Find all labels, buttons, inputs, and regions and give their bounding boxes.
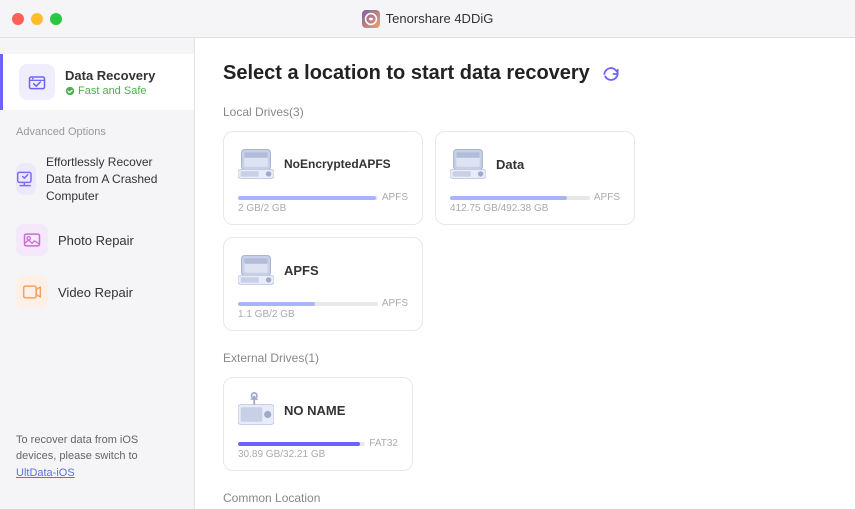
drive-size-data: 412.75 GB/492.38 GB — [450, 203, 620, 214]
drive-card-noname[interactable]: NO NAME FAT32 30.89 GB/32.21 GB — [223, 377, 413, 471]
sidebar-item-photo-repair[interactable]: Photo Repair — [0, 214, 194, 266]
page-title: Select a location to start data recovery — [223, 62, 590, 85]
drive-card-apfs[interactable]: APFS APFS 1.1 GB/2 GB — [223, 237, 423, 331]
hdd-icon — [238, 146, 274, 182]
usb-icon — [238, 392, 274, 428]
drive-bar-fill-data — [450, 196, 567, 200]
drive-card-inner-noname: NO NAME — [238, 392, 398, 428]
drive-size-noname: 30.89 GB/32.21 GB — [238, 449, 398, 460]
data-recovery-sublabel: Fast and Safe — [65, 85, 155, 97]
drive-meta-apfs: APFS — [238, 298, 408, 309]
drive-meta-data: APFS — [450, 192, 620, 203]
drive-bar-data — [450, 196, 590, 200]
app-name: Tenorshare 4DDiG — [386, 11, 494, 26]
minimize-button[interactable] — [31, 13, 43, 25]
drive-name-data: Data — [496, 157, 524, 172]
drive-info: NoEncryptedAPFS — [284, 157, 391, 171]
sidebar-item-crashed-computer[interactable]: Effortlessly Recover Data from A Crashed… — [0, 144, 194, 214]
drive-card-inner: NoEncryptedAPFS — [238, 146, 408, 182]
drive-bar-fill-apfs — [238, 302, 315, 306]
drive-name: NoEncryptedAPFS — [284, 157, 391, 171]
common-location-title: Common Location — [223, 491, 827, 505]
drive-bar — [238, 196, 378, 200]
crashed-computer-label: Effortlessly Recover Data from A Crashed… — [46, 154, 178, 204]
main-header: Select a location to start data recovery — [223, 62, 827, 85]
drive-bar-fill-noname — [238, 442, 360, 446]
hdd-icon-data — [450, 146, 486, 182]
refresh-button[interactable] — [600, 63, 622, 85]
sidebar: Data Recovery Fast and Safe Advanced Opt… — [0, 38, 195, 509]
drive-size: 2 GB/2 GB — [238, 203, 408, 214]
drive-name-apfs: APFS — [284, 263, 319, 278]
drive-meta-noname: FAT32 — [238, 438, 398, 449]
video-repair-icon — [16, 276, 48, 308]
drive-bar-apfs — [238, 302, 378, 306]
app-container: Data Recovery Fast and Safe Advanced Opt… — [0, 0, 855, 509]
drive-info-noname: NO NAME — [284, 403, 345, 418]
sidebar-item-video-repair[interactable]: Video Repair — [0, 266, 194, 318]
advanced-options-title: Advanced Options — [0, 114, 194, 144]
drive-fs: APFS — [382, 192, 408, 203]
titlebar: Tenorshare 4DDiG — [0, 0, 855, 38]
local-drives-grid: NoEncryptedAPFS APFS 2 GB/2 GB — [223, 131, 827, 331]
main-content: Select a location to start data recovery… — [195, 38, 855, 509]
local-drives-title: Local Drives(3) — [223, 105, 827, 119]
check-icon — [65, 86, 75, 96]
external-drives-title: External Drives(1) — [223, 351, 827, 365]
drive-fs-noname: FAT32 — [369, 438, 398, 449]
photo-repair-label: Photo Repair — [58, 233, 134, 248]
drive-fs-apfs: APFS — [382, 298, 408, 309]
window-controls[interactable] — [12, 13, 62, 25]
sidebar-footer: To recover data from iOS devices, please… — [0, 420, 194, 494]
drive-fs-data: APFS — [594, 192, 620, 203]
video-repair-label: Video Repair — [58, 285, 133, 300]
ultdata-ios-link[interactable]: UltData-iOS — [16, 467, 75, 479]
external-drives-grid: NO NAME FAT32 30.89 GB/32.21 GB — [223, 377, 827, 471]
maximize-button[interactable] — [50, 13, 62, 25]
sidebar-item-data-recovery[interactable]: Data Recovery Fast and Safe — [0, 54, 194, 110]
drive-card-inner-data: Data — [450, 146, 620, 182]
data-recovery-icon — [19, 64, 55, 100]
photo-repair-icon — [16, 224, 48, 256]
close-button[interactable] — [12, 13, 24, 25]
drive-card-data[interactable]: Data APFS 412.75 GB/492.38 GB — [435, 131, 635, 225]
crashed-computer-icon — [16, 163, 36, 195]
drive-meta: APFS — [238, 192, 408, 203]
app-title: Tenorshare 4DDiG — [362, 10, 494, 28]
drive-name-noname: NO NAME — [284, 403, 345, 418]
drive-card-inner-apfs: APFS — [238, 252, 408, 288]
drive-info-apfs: APFS — [284, 263, 319, 278]
drive-size-apfs: 1.1 GB/2 GB — [238, 309, 408, 320]
drive-info-data: Data — [496, 157, 524, 172]
app-icon — [362, 10, 380, 28]
drive-bar-noname — [238, 442, 365, 446]
drive-card-noencryptedapfs[interactable]: NoEncryptedAPFS APFS 2 GB/2 GB — [223, 131, 423, 225]
hdd-icon-apfs — [238, 252, 274, 288]
data-recovery-label: Data Recovery — [65, 68, 155, 83]
drive-bar-fill — [238, 196, 376, 200]
data-recovery-text: Data Recovery Fast and Safe — [65, 68, 155, 97]
